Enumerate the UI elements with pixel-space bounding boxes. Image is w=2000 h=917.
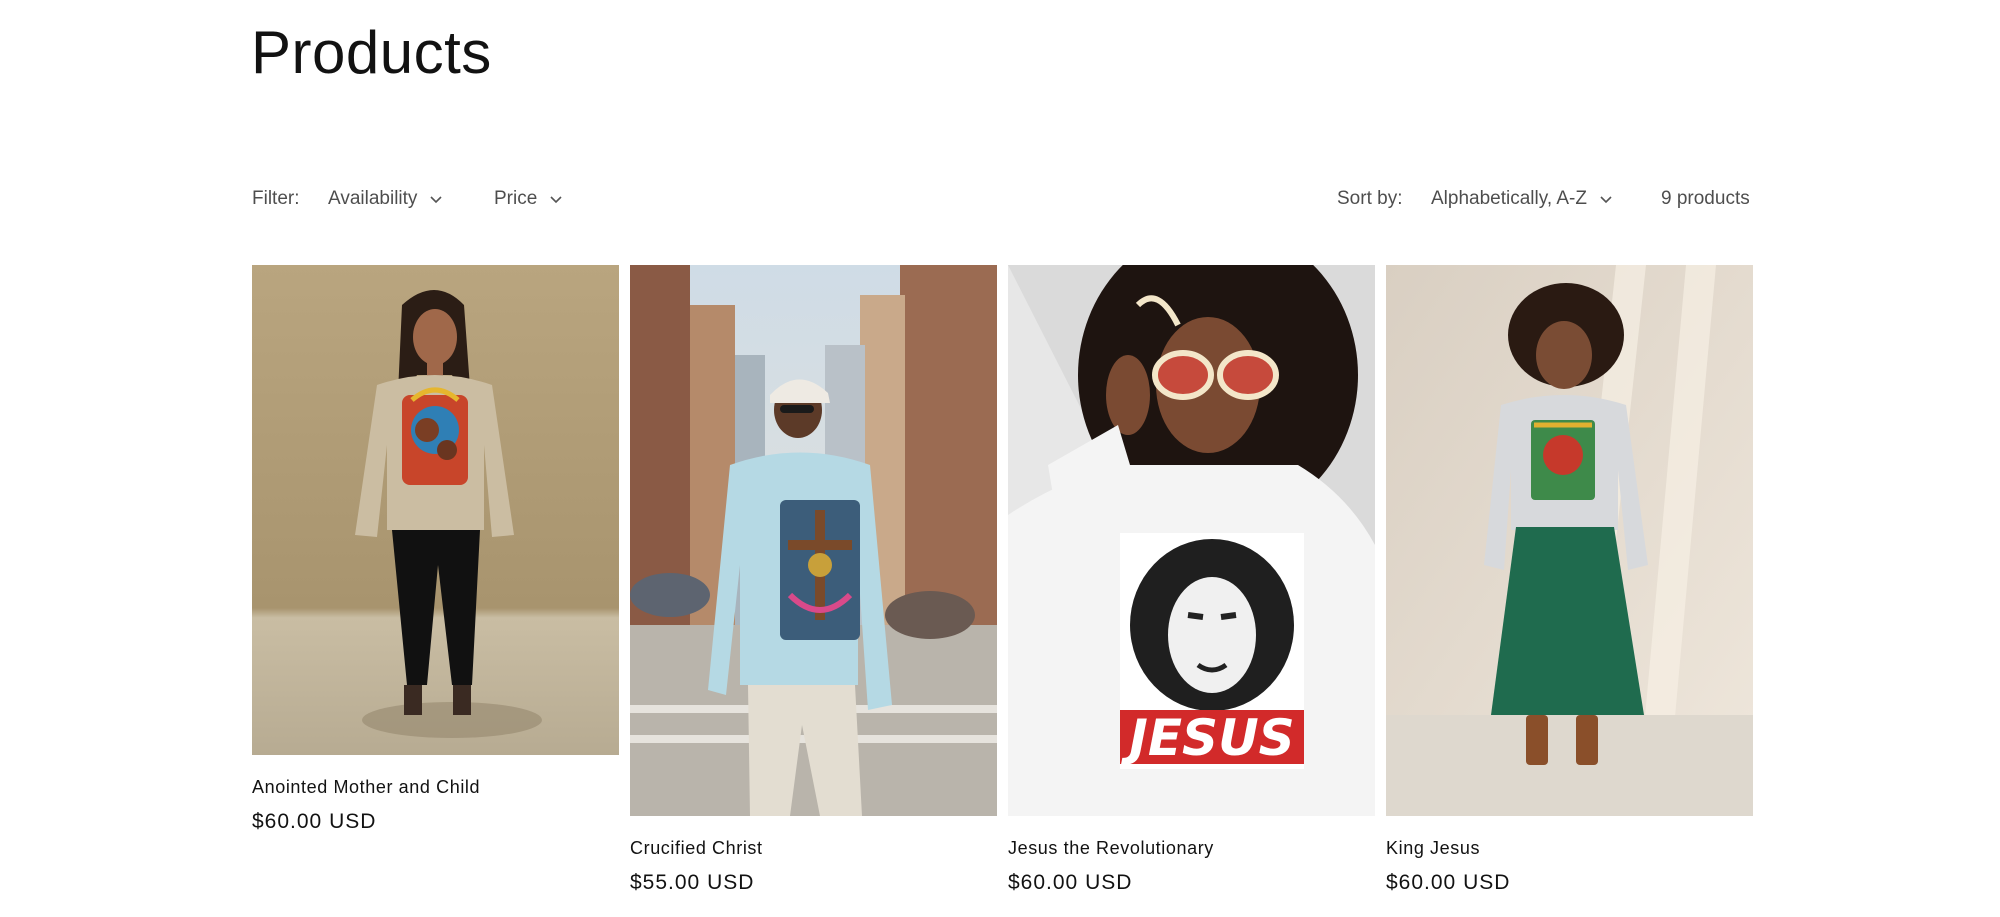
product-image[interactable]: [1386, 265, 1753, 816]
product-title[interactable]: Anointed Mother and Child: [252, 777, 619, 798]
product-price: $60.00 USD: [1008, 871, 1133, 894]
product-price: $60.00 USD: [1386, 871, 1511, 894]
chevron-down-icon: [1599, 192, 1613, 206]
product-image[interactable]: [630, 265, 997, 816]
product-count: 9 products: [1661, 188, 1750, 209]
product-price: $60.00 USD: [252, 810, 377, 833]
filter-label: Filter:: [252, 188, 300, 209]
product-image[interactable]: [252, 265, 619, 755]
price-filter-label: Price: [494, 188, 538, 209]
product-title[interactable]: Jesus the Revolutionary: [1008, 838, 1375, 859]
product-title[interactable]: Crucified Christ: [630, 838, 997, 859]
product-card[interactable]: Crucified Christ $55.00 USD: [630, 265, 997, 895]
price-filter-button[interactable]: Price: [494, 188, 563, 210]
sort-select-value: Alphabetically, A-Z: [1431, 188, 1587, 209]
product-card[interactable]: JESUS Jesus the Revolutionary $60.00 USD: [1008, 265, 1375, 895]
facets-toolbar: Filter: Availability Price Sort by: Alph…: [252, 188, 1752, 216]
sort-select[interactable]: Alphabetically, A-Z: [1431, 188, 1613, 210]
availability-filter-label: Availability: [328, 188, 418, 209]
chevron-down-icon: [429, 192, 443, 206]
product-card[interactable]: Anointed Mother and Child $60.00 USD: [252, 265, 619, 834]
product-price: $55.00 USD: [630, 871, 755, 894]
chevron-down-icon: [549, 192, 563, 206]
availability-filter-button[interactable]: Availability: [328, 188, 443, 210]
product-image[interactable]: JESUS: [1008, 265, 1375, 816]
page-title: Products: [251, 19, 492, 86]
product-card[interactable]: King Jesus $60.00 USD: [1386, 265, 1753, 895]
sort-label: Sort by:: [1337, 188, 1403, 209]
print-text: JESUS: [1120, 709, 1294, 767]
product-title[interactable]: King Jesus: [1386, 838, 1753, 859]
